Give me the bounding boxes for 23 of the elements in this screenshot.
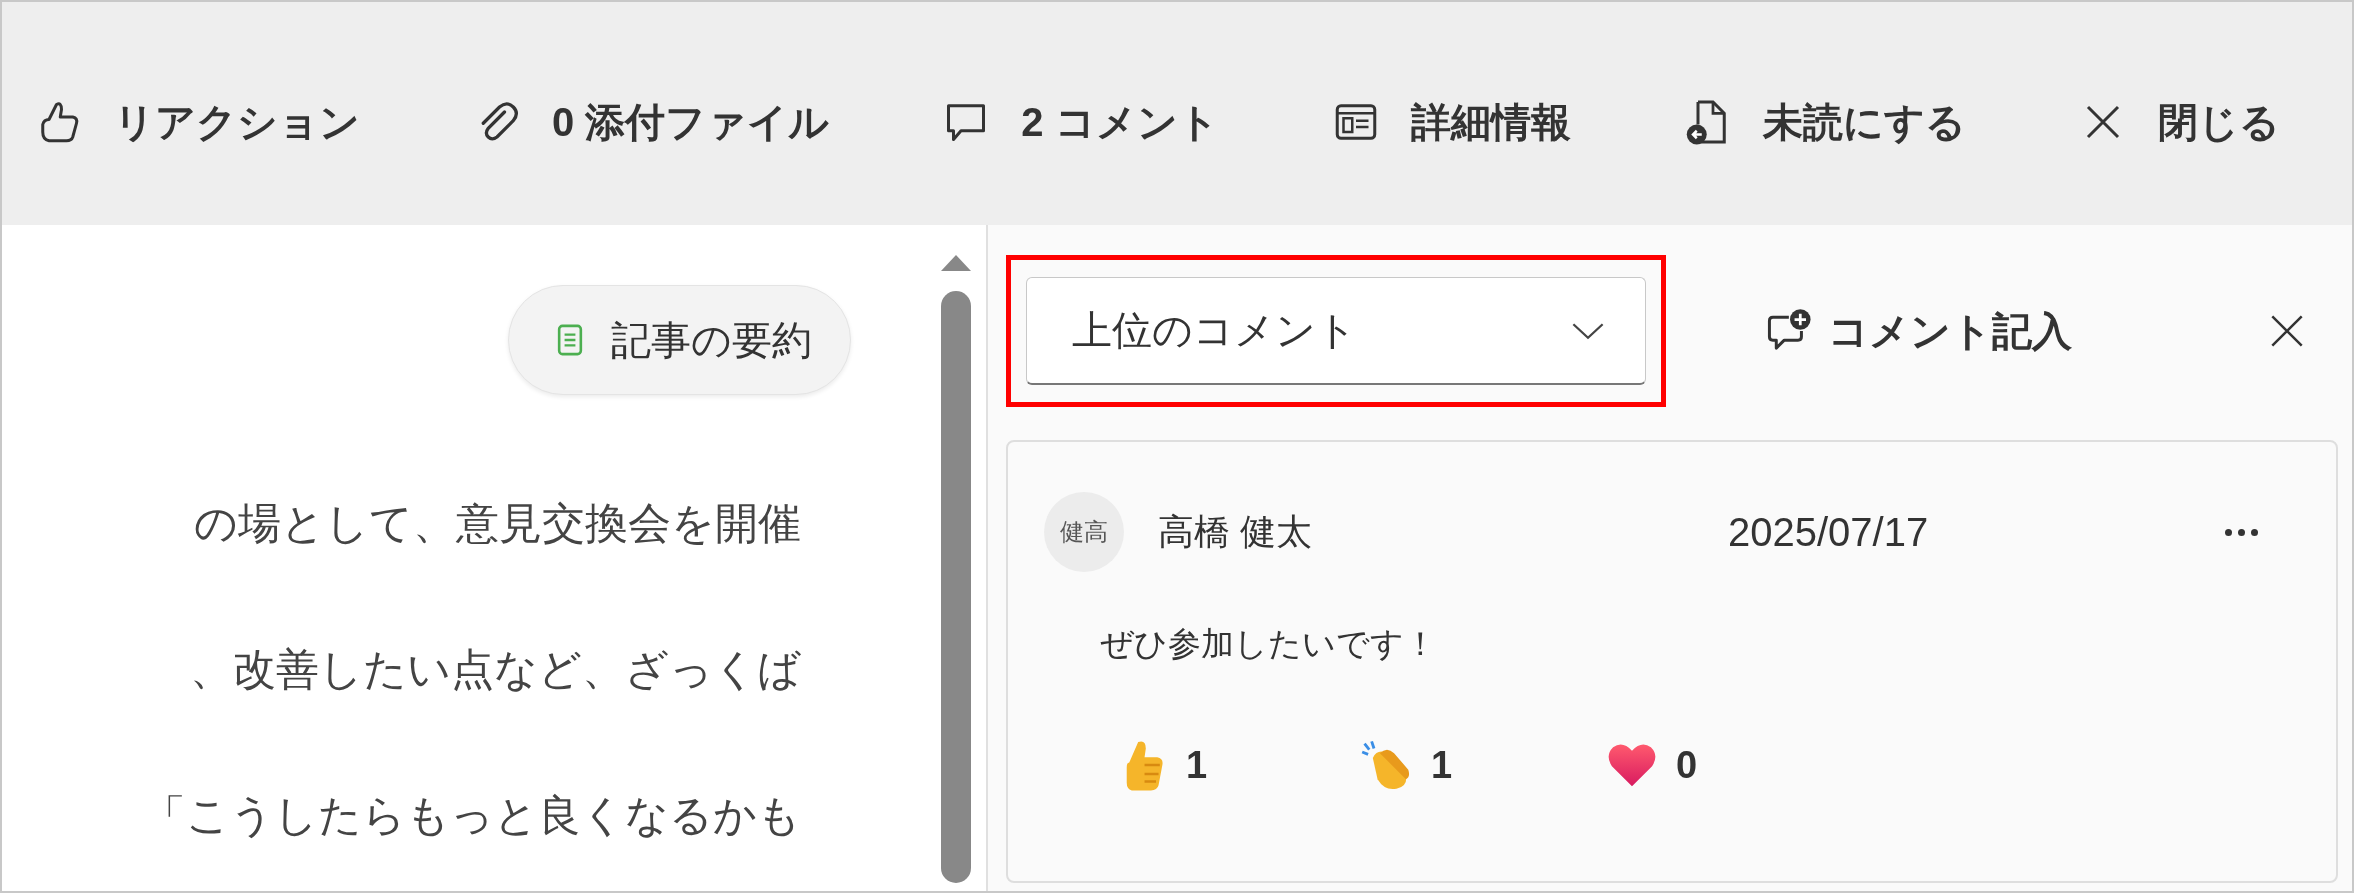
sort-dropdown[interactable]: 上位のコメント	[1026, 277, 1646, 385]
document-icon	[557, 323, 583, 357]
reaction-button[interactable]: 1	[1361, 737, 1606, 793]
article-text: 、改善したい点など、ざっくば	[190, 644, 801, 695]
comment-date: 2025/07/17	[1728, 509, 1929, 555]
toolbar-button[interactable]: 未読にする	[1682, 95, 1966, 149]
reaction-button[interactable]: 0	[1606, 737, 1851, 793]
reaction-button[interactable]: 1	[1116, 737, 1361, 793]
chevron-down-icon	[1571, 321, 1605, 340]
toolbar-button[interactable]: 閉じる	[2077, 95, 2280, 149]
avatar: 健高	[1044, 492, 1124, 572]
scrollbar-thumb[interactable]	[941, 291, 971, 883]
article-text: の場として、意見交換会を開催	[194, 498, 801, 549]
article-text: 「こうしたらもっと良くなるかも	[143, 790, 801, 841]
toolbar-button[interactable]: 詳細情報	[1330, 95, 1571, 149]
toolbar-button[interactable]: リアクション	[34, 95, 360, 149]
add-comment-button[interactable]: コメント記入	[1766, 303, 2072, 359]
scroll-up-icon[interactable]	[939, 253, 973, 273]
toolbar-button[interactable]: 0 添付ファイル	[472, 95, 830, 149]
summary-button[interactable]: 記事の要約	[508, 285, 851, 395]
author-name: 高橋 健太	[1158, 509, 1313, 554]
toolbar-button[interactable]: 2 コメント	[941, 95, 1219, 149]
comment-text: ぜひ参加したいです！	[1100, 624, 1438, 664]
